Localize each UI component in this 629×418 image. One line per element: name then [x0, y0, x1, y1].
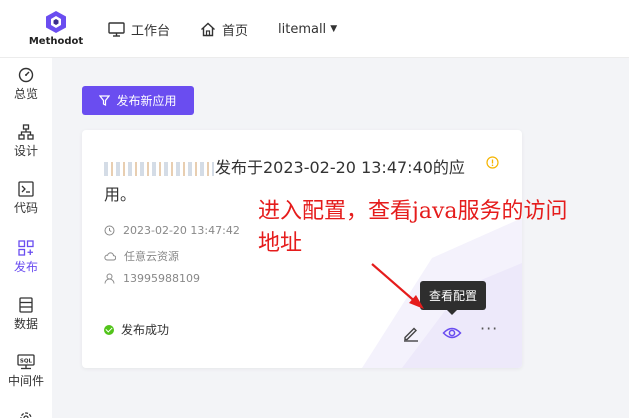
publish-button-label: 发布新应用: [116, 94, 177, 108]
dashboard-icon: [18, 67, 34, 83]
release-user-text: 13995988109: [123, 272, 200, 285]
sidebar-item-data[interactable]: 数据: [0, 297, 52, 332]
sidebar: 总览 设计 代码 发布 数据 SQL 中间件: [0, 58, 52, 418]
user-icon: [104, 273, 115, 284]
blurred-identifier: [104, 161, 214, 176]
sql-icon: SQL: [17, 354, 35, 370]
nav-project-dropdown[interactable]: litemall ▼: [278, 18, 337, 40]
svg-text:SQL: SQL: [20, 359, 33, 365]
sidebar-item-publish[interactable]: 发布: [0, 240, 52, 275]
structure-icon: [18, 124, 34, 140]
sidebar-item-overview[interactable]: 总览: [0, 67, 52, 102]
annotation-text: 进入配置，查看java服务的访问地址: [258, 199, 568, 256]
more-actions-icon[interactable]: ···: [480, 321, 498, 337]
nav-workbench-label: 工作台: [131, 23, 171, 39]
cloud-icon: [104, 251, 116, 260]
success-check-icon: [104, 324, 114, 335]
sidebar-item-label: 中间件: [7, 374, 44, 388]
tooltip-arrow: [447, 310, 457, 315]
sidebar-item-design[interactable]: 设计: [0, 124, 52, 159]
clock-icon: [104, 225, 115, 236]
sidebar-item-label: 发布: [13, 260, 38, 274]
sidebar-item-label: 设计: [13, 144, 38, 158]
nav-home[interactable]: 首页: [200, 18, 248, 40]
gear-icon: [20, 412, 32, 418]
filter-icon: [99, 95, 111, 106]
monitor-icon: [108, 21, 125, 37]
logo-text: Methodot: [28, 36, 84, 47]
sidebar-item-middleware[interactable]: SQL 中间件: [0, 354, 52, 389]
edit-icon[interactable]: [402, 324, 420, 342]
status-badge: 发布成功: [104, 321, 169, 338]
sidebar-item-code[interactable]: 代码: [0, 181, 52, 216]
sidebar-item-label: 代码: [13, 201, 38, 215]
release-user: 13995988109: [104, 272, 200, 285]
release-time-text: 2023-02-20 13:47:42: [123, 224, 240, 237]
top-bar: Methodot 工作台 首页 litemall ▼: [0, 0, 629, 58]
logo[interactable]: Methodot: [26, 10, 86, 47]
release-resource-text: 任意云资源: [124, 250, 179, 263]
sidebar-item-label: 数据: [13, 317, 38, 331]
terminal-icon: [18, 181, 34, 197]
nav-workbench[interactable]: 工作台: [108, 18, 170, 40]
nav-project-label: litemall: [278, 21, 327, 37]
methodot-logo-icon: [46, 11, 66, 33]
apps-icon: [18, 240, 34, 256]
tooltip-text: 查看配置: [428, 289, 477, 303]
nav-home-label: 首页: [222, 23, 249, 39]
sidebar-item-settings[interactable]: [0, 410, 52, 418]
release-resource: 任意云资源: [104, 248, 179, 264]
release-time: 2023-02-20 13:47:42: [104, 224, 240, 237]
publish-new-app-button[interactable]: 发布新应用: [82, 86, 194, 115]
tooltip: 查看配置: [420, 281, 486, 310]
info-icon[interactable]: [486, 156, 499, 169]
view-config-eye-icon[interactable]: [442, 326, 462, 340]
status-text: 发布成功: [121, 323, 170, 337]
home-icon: [201, 22, 215, 36]
caret-down-icon: ▼: [330, 24, 338, 34]
sidebar-item-label: 总览: [13, 87, 38, 101]
database-icon: [19, 297, 33, 313]
